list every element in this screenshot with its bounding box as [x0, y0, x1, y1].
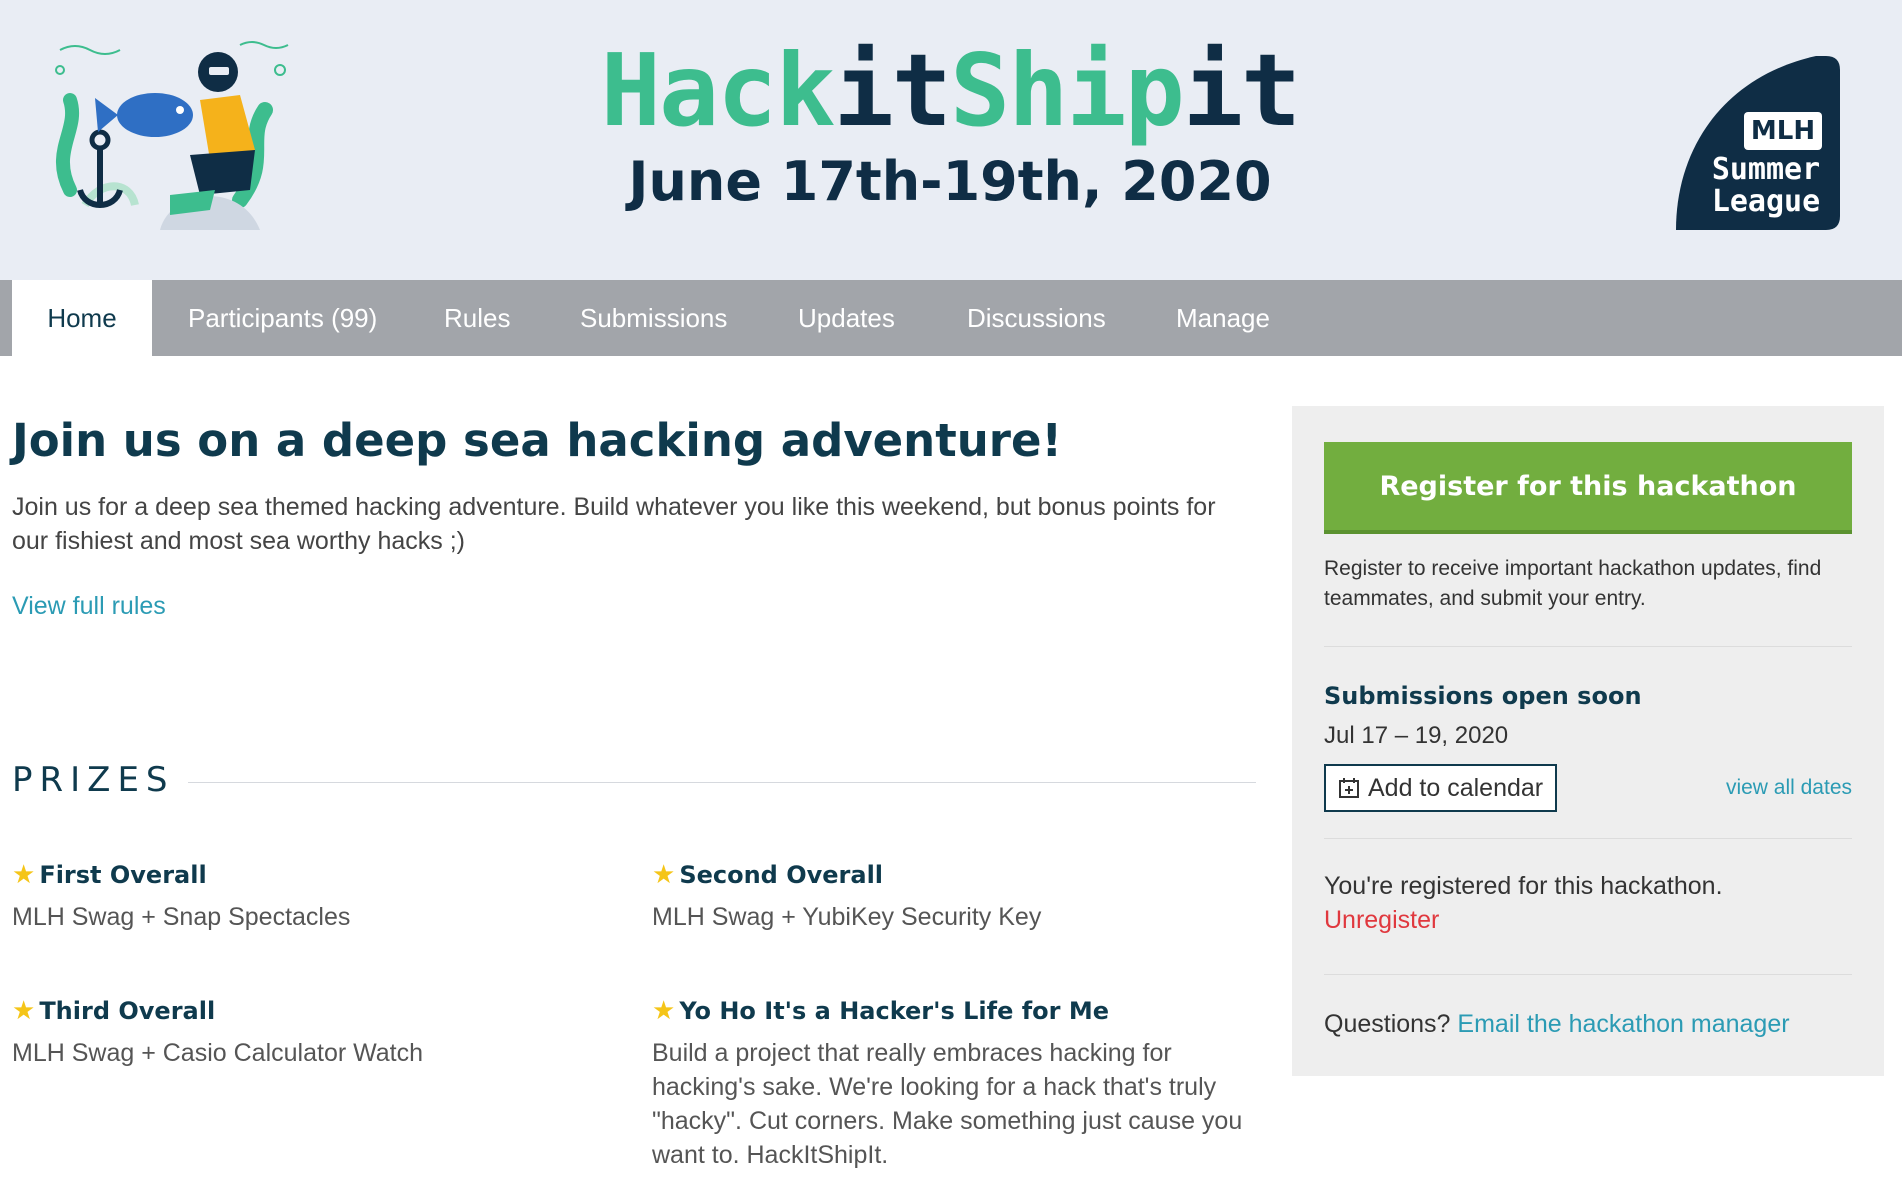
- prize-title: ★ First Overall: [12, 858, 612, 892]
- tab-rules[interactable]: Rules: [444, 280, 510, 356]
- tab-updates[interactable]: Updates: [798, 280, 895, 356]
- badge-summer-text: Summer: [1712, 152, 1820, 187]
- badge-mlh-text: MLH: [1751, 116, 1815, 146]
- prize-title-text: First Overall: [39, 861, 207, 889]
- prize-title: ★ Second Overall: [652, 858, 1252, 892]
- deep-sea-hacker-illustration: [55, 41, 289, 230]
- questions-prefix: Questions?: [1324, 1010, 1451, 1038]
- event-dates: June 17th-19th, 2020: [628, 150, 1272, 213]
- tab-discussions[interactable]: Discussions: [967, 280, 1106, 356]
- event-name-part: it: [833, 32, 952, 149]
- register-note: Register to receive important hackathon …: [1324, 557, 1822, 610]
- prizes-divider: [188, 782, 1256, 783]
- submissions-dates: Jul 17 – 19, 2020: [1324, 722, 1509, 749]
- tab-manage[interactable]: Manage: [1176, 280, 1270, 356]
- event-banner: HackitShipit June 17th-19th, 2020 MLH Su…: [0, 0, 1902, 280]
- prize-title-text: Third Overall: [39, 997, 216, 1025]
- prize-description: Build a project that really embraces hac…: [652, 1039, 1243, 1169]
- registration-status: You're registered for this hackathon.: [1324, 872, 1723, 900]
- tab-home[interactable]: Home: [12, 280, 152, 356]
- prize-item: ★ Yo Ho It's a Hacker's Life for Me Build…: [652, 994, 1252, 1172]
- event-name-part: Ship: [950, 32, 1185, 149]
- register-button[interactable]: Register for this hackathon: [1324, 442, 1852, 534]
- page-headline: Join us on a deep sea hacking adventure!: [12, 414, 1062, 467]
- event-name-part: Hack: [600, 32, 836, 149]
- star-icon: ★: [12, 860, 36, 890]
- prize-title-text: Yo Ho It's a Hacker's Life for Me: [679, 997, 1110, 1025]
- email-manager-link[interactable]: Email the hackathon manager: [1457, 1010, 1789, 1038]
- unregister-link[interactable]: Unregister: [1324, 906, 1439, 935]
- prize-title: ★ Yo Ho It's a Hacker's Life for Me: [652, 994, 1252, 1028]
- submissions-status-title: Submissions open soon: [1324, 682, 1642, 710]
- event-name-part: it: [1182, 32, 1301, 149]
- prize-description: MLH Swag + YubiKey Security Key: [652, 903, 1042, 931]
- registration-sidebar: Register for this hackathon Register to …: [1292, 406, 1884, 1076]
- event-title-block: HackitShipit June 17th-19th, 2020: [560, 36, 1340, 214]
- view-all-dates-link[interactable]: view all dates: [1726, 776, 1852, 800]
- sidebar-divider: [1324, 838, 1852, 839]
- add-to-calendar-label: Add to calendar: [1368, 773, 1544, 802]
- sidebar-divider: [1324, 646, 1852, 647]
- prize-item: ★ First Overall MLH Swag + Snap Spectacle…: [12, 858, 612, 934]
- prize-item: ★ Second Overall MLH Swag + YubiKey Secur…: [652, 858, 1252, 934]
- hackathon-nav-tabs: Home Participants (99) Rules Submissions…: [0, 280, 1902, 356]
- tab-submissions[interactable]: Submissions: [580, 280, 727, 356]
- star-icon: ★: [652, 860, 676, 890]
- star-icon: ★: [12, 996, 36, 1026]
- prizes-heading: PRIZES: [12, 760, 175, 800]
- questions-line: Questions? Email the hackathon manager: [1324, 1010, 1790, 1039]
- sidebar-divider: [1324, 974, 1852, 975]
- prize-description: MLH Swag + Casio Calculator Watch: [12, 1039, 424, 1067]
- badge-league-text: League: [1712, 184, 1820, 219]
- star-icon: ★: [652, 996, 676, 1026]
- view-full-rules-link[interactable]: View full rules: [12, 592, 166, 621]
- tab-participants[interactable]: Participants (99): [188, 280, 377, 356]
- prize-title: ★ Third Overall: [12, 994, 612, 1028]
- prize-description: MLH Swag + Snap Spectacles: [12, 903, 351, 931]
- calendar-add-icon: [1339, 778, 1359, 798]
- prize-item: ★ Third Overall MLH Swag + Casio Calculat…: [12, 994, 612, 1070]
- add-to-calendar-button[interactable]: Add to calendar: [1324, 764, 1558, 812]
- mlh-summer-league-logo: MLH Summer League: [1676, 56, 1840, 230]
- event-name: HackitShipit: [560, 36, 1340, 146]
- prize-title-text: Second Overall: [679, 861, 884, 889]
- intro-text: Join us for a deep sea themed hacking ad…: [12, 493, 1216, 555]
